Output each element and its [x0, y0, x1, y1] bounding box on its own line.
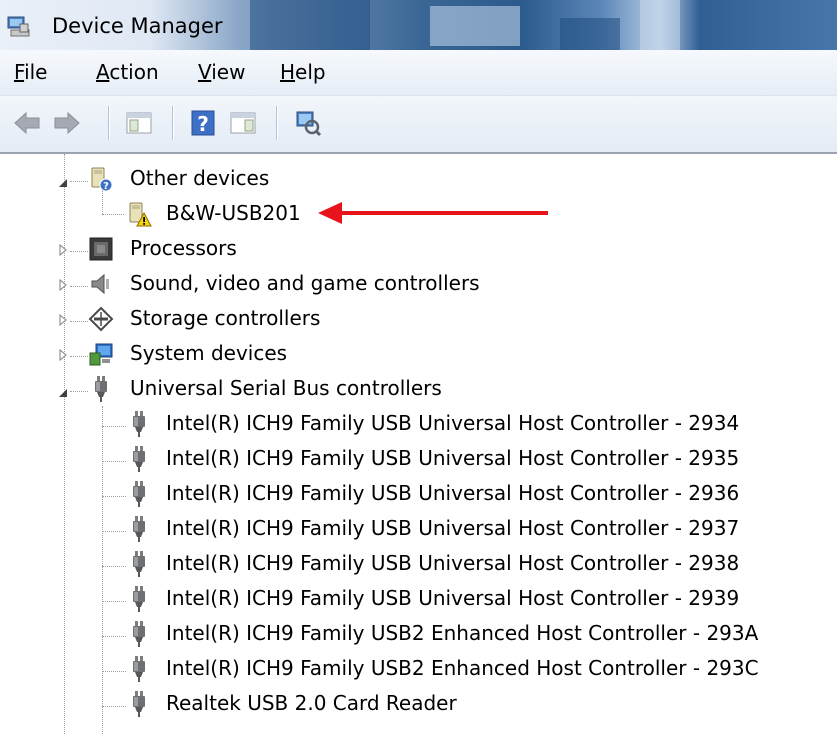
back-arrow-icon[interactable]	[12, 108, 42, 138]
usb-plug-icon	[133, 516, 145, 542]
tree-node-usb-device[interactable]: Intel(R) ICH9 Family USB Universal Host …	[0, 512, 837, 546]
tree-node-label: Intel(R) ICH9 Family USB Universal Host …	[166, 481, 740, 505]
device-tree[interactable]: ? Other devices B&W-USB201 Processors So…	[0, 154, 837, 734]
usb-plug-icon	[133, 586, 145, 612]
tree-node-usb-device[interactable]: Intel(R) ICH9 Family USB Universal Host …	[0, 442, 837, 476]
warning-device-icon	[129, 202, 152, 227]
tree-node-other-devices[interactable]: ? Other devices	[0, 162, 837, 196]
tree-node-system[interactable]: System devices	[0, 337, 837, 371]
tree-node-usb-device[interactable]: Intel(R) ICH9 Family USB Universal Host …	[0, 477, 837, 511]
tree-node-label: System devices	[130, 341, 288, 365]
tree-node-label: Intel(R) ICH9 Family USB Universal Host …	[166, 411, 740, 435]
tree-node-label: Processors	[130, 236, 237, 260]
tree-node-sound[interactable]: Sound, video and game controllers	[0, 267, 837, 301]
annotation-arrow-icon	[318, 202, 548, 224]
collapse-triangle-icon[interactable]	[57, 177, 69, 189]
scan-hardware-icon[interactable]	[292, 108, 322, 138]
toolbar: ?	[0, 96, 837, 152]
menu-view[interactable]: View	[198, 60, 245, 84]
tree-node-label: Storage controllers	[130, 306, 321, 330]
system-icon	[89, 343, 113, 366]
tree-node-label: Other devices	[130, 166, 270, 190]
tree-node-storage[interactable]: Storage controllers	[0, 302, 837, 336]
expand-triangle-icon[interactable]	[57, 314, 69, 326]
tree-node-label: B&W-USB201	[166, 201, 301, 225]
tree-node-label: Intel(R) ICH9 Family USB2 Enhanced Host …	[166, 621, 759, 645]
show-hide-console-tree-icon[interactable]	[124, 108, 154, 138]
usb-plug-icon	[133, 656, 145, 682]
tree-node-usb-device[interactable]: Intel(R) ICH9 Family USB Universal Host …	[0, 547, 837, 581]
tree-node-usb-controllers[interactable]: Universal Serial Bus controllers	[0, 372, 837, 406]
tree-node-label: Intel(R) ICH9 Family USB2 Enhanced Host …	[166, 656, 759, 680]
usb-plug-icon	[95, 376, 107, 402]
tree-node-label: Universal Serial Bus controllers	[130, 376, 442, 400]
title-bar[interactable]: Device Manager	[0, 0, 837, 50]
tree-node-label: Intel(R) ICH9 Family USB Universal Host …	[166, 586, 740, 610]
tree-node-label: Realtek USB 2.0 Card Reader	[166, 691, 457, 715]
help-icon[interactable]: ?	[188, 108, 218, 138]
expand-triangle-icon[interactable]	[57, 244, 69, 256]
usb-plug-icon	[133, 481, 145, 507]
window-title: Device Manager	[52, 14, 223, 38]
usb-plug-icon	[133, 551, 145, 577]
svg-text:?: ?	[197, 112, 209, 136]
tree-node-usb-device[interactable]: Realtek USB 2.0 Card Reader	[0, 687, 837, 721]
usb-plug-icon	[133, 691, 145, 717]
tree-node-label: Intel(R) ICH9 Family USB Universal Host …	[166, 551, 740, 575]
collapse-triangle-icon[interactable]	[57, 387, 69, 399]
menu-action[interactable]: Action	[96, 60, 159, 84]
expand-triangle-icon[interactable]	[57, 349, 69, 361]
device-manager-icon	[7, 16, 30, 37]
menu-bar: File Action View Help	[0, 50, 837, 96]
show-action-pane-icon[interactable]	[228, 108, 258, 138]
tree-node-usb-device[interactable]: Intel(R) ICH9 Family USB Universal Host …	[0, 407, 837, 441]
menu-help[interactable]: Help	[280, 60, 326, 84]
unknown-device-icon: ?	[91, 167, 113, 192]
svg-text:?: ?	[103, 181, 109, 192]
expand-triangle-icon[interactable]	[57, 279, 69, 291]
tree-node-label: Intel(R) ICH9 Family USB Universal Host …	[166, 446, 740, 470]
usb-plug-icon	[133, 446, 145, 472]
usb-plug-icon	[133, 411, 145, 437]
tree-node-label: Intel(R) ICH9 Family USB Universal Host …	[166, 516, 740, 540]
usb-plug-icon	[133, 621, 145, 647]
tree-node-processors[interactable]: Processors	[0, 232, 837, 266]
forward-arrow-icon[interactable]	[52, 108, 82, 138]
tree-node-label: Sound, video and game controllers	[130, 271, 480, 295]
tree-node-usb-device[interactable]: Intel(R) ICH9 Family USB2 Enhanced Host …	[0, 652, 837, 686]
storage-icon	[88, 306, 114, 332]
processor-icon	[89, 237, 113, 261]
speaker-icon	[91, 273, 109, 295]
tree-node-usb-device[interactable]: Intel(R) ICH9 Family USB Universal Host …	[0, 582, 837, 616]
menu-file[interactable]: File	[14, 60, 47, 84]
tree-node-usb-device[interactable]: Intel(R) ICH9 Family USB2 Enhanced Host …	[0, 617, 837, 651]
